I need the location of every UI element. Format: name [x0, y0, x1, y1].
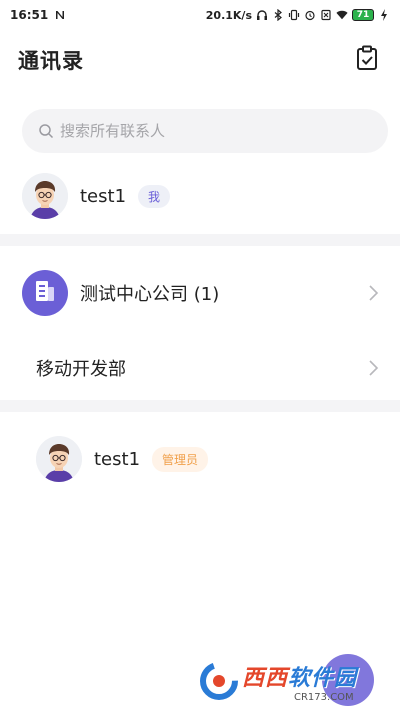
battery-icon: 71	[352, 9, 374, 21]
page-title: 通讯录	[18, 49, 84, 73]
department-row[interactable]: 移动开发部	[0, 340, 400, 396]
section-divider	[0, 234, 400, 246]
me-badge: 我	[138, 184, 171, 208]
section-divider	[0, 400, 400, 412]
watermark-logo-icon	[198, 660, 240, 702]
avatar	[36, 436, 82, 482]
watermark-title-a: 西西	[242, 665, 289, 691]
chevron-right-icon	[366, 284, 380, 302]
sim-off-icon	[320, 9, 332, 21]
watermark: 西西软件园 CR173.COM	[198, 660, 384, 703]
notification-n-icon	[54, 9, 66, 21]
wifi-icon	[336, 9, 348, 21]
alarm-icon	[304, 9, 316, 21]
chevron-right-icon	[366, 359, 380, 377]
headset-icon	[256, 9, 268, 21]
admin-badge: 管理员	[152, 446, 209, 472]
search-icon	[38, 123, 54, 139]
avatar	[22, 173, 68, 219]
vibrate-icon	[288, 9, 300, 21]
watermark-title-b: 软件园	[288, 665, 358, 691]
clipboard-check-icon	[356, 45, 378, 75]
member-name: test1	[94, 448, 141, 470]
building-icon	[34, 279, 56, 307]
my-name: test1	[80, 185, 127, 207]
member-row[interactable]: test1 管理员	[0, 430, 400, 488]
watermark-url: CR173.COM	[294, 691, 354, 703]
search-input[interactable]	[60, 122, 360, 140]
search-bar[interactable]	[22, 109, 388, 153]
clipboard-button[interactable]	[352, 45, 382, 75]
department-name: 移动开发部	[36, 359, 126, 380]
company-row[interactable]: 测试中心公司 (1)	[0, 260, 400, 326]
charging-icon	[378, 9, 390, 21]
network-speed: 20.1K/s	[205, 8, 252, 22]
header: 通讯录	[0, 38, 400, 82]
company-avatar	[22, 270, 68, 316]
company-name: 测试中心公司 (1)	[80, 284, 220, 305]
status-bar: 16:51 20.1K/s 71	[0, 0, 400, 30]
my-profile-row[interactable]: test1 我	[0, 168, 400, 224]
bluetooth-icon	[272, 9, 284, 21]
status-time: 16:51	[10, 8, 49, 22]
